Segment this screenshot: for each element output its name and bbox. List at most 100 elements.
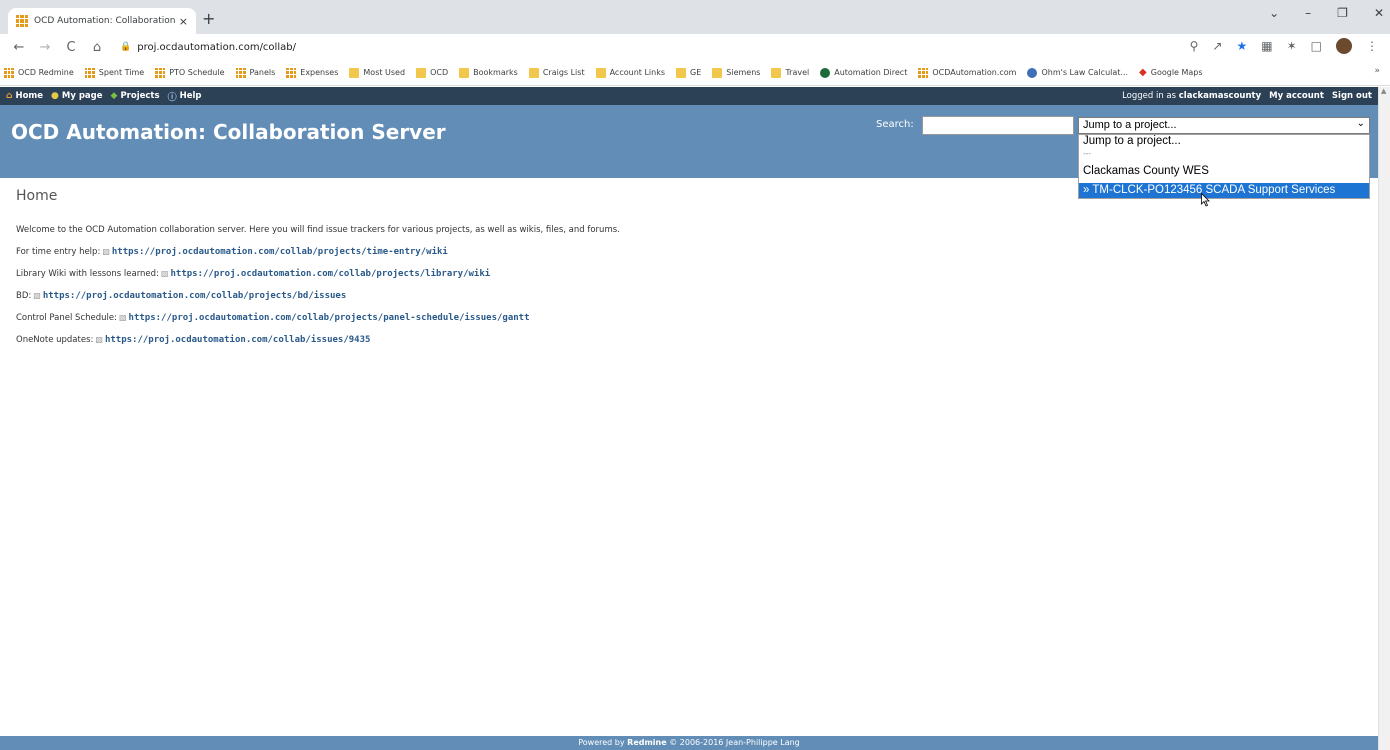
external-link-icon: ▧: [102, 247, 110, 256]
tab-search-icon[interactable]: ⌄: [1269, 6, 1279, 20]
menu-icon[interactable]: ⋮: [1366, 39, 1378, 53]
restore-button[interactable]: ❐: [1337, 6, 1348, 20]
username-link[interactable]: clackamascounty: [1179, 91, 1261, 101]
reload-button[interactable]: C: [64, 40, 78, 55]
bookmark-label: Account Links: [609, 68, 665, 77]
bookmark-item[interactable]: Siemens: [712, 67, 761, 78]
dropdown-option-jump[interactable]: Jump to a project...: [1079, 135, 1369, 148]
bookmark-item[interactable]: Spent Time: [84, 67, 145, 78]
bookmark-star-icon[interactable]: ★: [1236, 39, 1247, 53]
redmine-link[interactable]: Redmine: [627, 738, 667, 747]
bookmark-item[interactable]: OCDAutomation.com: [918, 67, 1017, 78]
bookmark-item[interactable]: GE: [676, 67, 701, 78]
external-link-icon: ▧: [118, 313, 127, 322]
jump-to-project-select[interactable]: Jump to a project... ⌄: [1078, 117, 1370, 134]
library-wiki-link[interactable]: https://proj.ocdautomation.com/collab/pr…: [170, 269, 490, 279]
sign-out-link[interactable]: Sign out: [1332, 91, 1372, 101]
share-icon[interactable]: ↗: [1212, 39, 1222, 53]
extension-icon[interactable]: ▦: [1261, 39, 1272, 53]
bookmark-item[interactable]: Ohm's Law Calculat...: [1027, 67, 1128, 78]
minimize-button[interactable]: –: [1305, 6, 1311, 20]
bookmark-label: PTO Schedule: [169, 68, 225, 77]
external-link-icon: ▧: [160, 269, 169, 278]
logged-in-as: Logged in as clackamascounty: [1122, 91, 1262, 101]
search-input[interactable]: [922, 116, 1074, 135]
forward-button[interactable]: →: [38, 40, 52, 55]
external-link-icon: ▧: [33, 291, 41, 300]
page-title: Home: [16, 188, 58, 204]
onenote-issue-link[interactable]: https://proj.ocdautomation.com/collab/is…: [105, 335, 371, 345]
back-button[interactable]: ←: [12, 40, 26, 55]
folder-icon: [712, 67, 723, 78]
site-title[interactable]: OCD Automation: Collaboration Server: [11, 120, 446, 144]
projects-icon: ◆: [110, 91, 118, 101]
profile-avatar[interactable]: [1336, 38, 1352, 54]
bookmark-label: OCD Redmine: [18, 68, 74, 77]
bookmark-label: Bookmarks: [473, 68, 518, 77]
sidebar-icon[interactable]: □: [1311, 39, 1322, 53]
favicon-icon: [16, 15, 28, 27]
folder-icon: [349, 67, 360, 78]
bookmark-label: OCDAutomation.com: [932, 68, 1017, 77]
scroll-up-icon[interactable]: ▲: [1381, 87, 1386, 95]
bookmark-item[interactable]: OCD: [416, 67, 449, 78]
dropdown-option-clackamas-county[interactable]: Clackamas County WES: [1079, 159, 1369, 183]
bookmark-item[interactable]: ◆ Google Maps: [1139, 67, 1203, 78]
bd-issues-link[interactable]: https://proj.ocdautomation.com/collab/pr…: [43, 291, 346, 301]
close-tab-icon[interactable]: ×: [179, 15, 188, 28]
bookmark-label: Automation Direct: [834, 68, 908, 77]
help-icon: ⓘ: [167, 92, 177, 103]
topmenu-help[interactable]: ⓘ Help: [168, 90, 202, 103]
topmenu-my-page[interactable]: ● My page: [51, 90, 103, 103]
topmenu-home[interactable]: ⌂ Home: [6, 90, 43, 103]
top-menu: ⌂ Home ● My page ◆ Projects ⓘ Help Logged in…: [0, 87, 1378, 105]
close-window-button[interactable]: ✕: [1374, 6, 1384, 20]
tab-title: OCD Automation: Collaboration: [34, 16, 175, 26]
time-entry-wiki-link[interactable]: https://proj.ocdautomation.com/collab/pr…: [112, 247, 448, 257]
address-bar[interactable]: 🔒 proj.ocdautomation.com/collab/: [120, 42, 296, 53]
user-icon: ●: [51, 91, 59, 101]
bookmark-item[interactable]: Account Links: [595, 67, 665, 78]
bookmark-label: OCD: [430, 68, 449, 77]
bookmark-item[interactable]: Most Used: [349, 67, 405, 78]
bookmarks-overflow-icon[interactable]: »: [1374, 66, 1380, 76]
url-text: proj.ocdautomation.com/collab/: [137, 41, 296, 53]
home-icon: ⌂: [6, 91, 13, 101]
bookmark-label: Siemens: [726, 68, 761, 77]
bookmark-item[interactable]: Automation Direct: [820, 67, 908, 78]
my-account-link[interactable]: My account: [1269, 91, 1324, 101]
dropdown-separator: ---: [1083, 149, 1091, 158]
bookmark-label: Spent Time: [98, 68, 145, 77]
bookmark-item[interactable]: OCD Redmine: [4, 67, 74, 78]
folder-icon: [771, 67, 782, 78]
bookmark-item[interactable]: PTO Schedule: [155, 67, 225, 78]
bookmark-label: Google Maps: [1150, 68, 1203, 77]
grid-favicon-icon: [4, 67, 14, 78]
browser-tabstrip: OCD Automation: Collaboration × + ⌄ – ❐ …: [0, 0, 1390, 34]
zoom-icon[interactable]: ⚲: [1190, 39, 1199, 53]
wiki-content: Welcome to the OCD Automation collaborat…: [16, 225, 686, 356]
grid-favicon-icon: [918, 67, 929, 78]
folder-icon: [416, 67, 427, 78]
bookmark-item[interactable]: Bookmarks: [459, 67, 518, 78]
folder-icon: [676, 67, 686, 78]
new-tab-button[interactable]: +: [202, 9, 215, 28]
home-button[interactable]: ⌂: [90, 40, 104, 55]
panel-schedule-gantt-link[interactable]: https://proj.ocdautomation.com/collab/pr…: [129, 313, 530, 323]
bookmark-item[interactable]: Travel: [771, 67, 809, 78]
grid-favicon-icon: [155, 67, 166, 78]
dropdown-option-scada-support[interactable]: » TM-CLCK-PO123456 SCADA Support Service…: [1079, 183, 1369, 198]
link-line-panel-schedule: Control Panel Schedule: ▧ https://proj.ocd…: [16, 313, 530, 323]
bookmark-item[interactable]: Expenses: [286, 67, 338, 78]
topmenu-projects[interactable]: ◆ Projects: [111, 90, 160, 103]
window-controls: ⌄ – ❐ ✕: [1269, 6, 1384, 20]
bookmark-label: Craigs List: [542, 68, 585, 77]
browser-tab[interactable]: OCD Automation: Collaboration ×: [8, 8, 196, 34]
bookmark-item[interactable]: Craigs List: [528, 67, 585, 78]
mouse-cursor-icon: [1201, 193, 1210, 207]
page-scrollbar[interactable]: ▲: [1378, 87, 1390, 750]
bookmark-item[interactable]: Panels: [235, 67, 275, 78]
ohm-icon: [1027, 67, 1038, 78]
external-link-icon: ▧: [95, 335, 103, 344]
puzzle-icon[interactable]: ✶: [1287, 39, 1297, 53]
